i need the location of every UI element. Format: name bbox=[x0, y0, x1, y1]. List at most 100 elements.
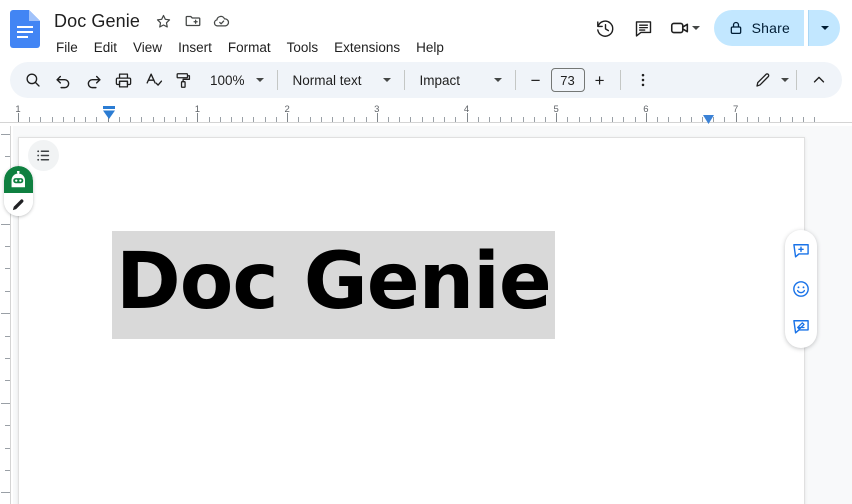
header-right-controls: Share bbox=[589, 10, 840, 46]
addon-sidebar-widget[interactable] bbox=[4, 166, 33, 216]
share-options-button[interactable] bbox=[808, 10, 840, 46]
star-icon[interactable] bbox=[154, 11, 174, 31]
menu-item-format[interactable]: Format bbox=[220, 37, 279, 58]
ruler-tick bbox=[589, 117, 591, 122]
selected-text-highlight[interactable]: Doc Genie bbox=[112, 231, 555, 340]
google-docs-window: Doc Genie File Edit View Insert Format T… bbox=[0, 0, 852, 504]
video-call-button[interactable] bbox=[665, 11, 704, 45]
menu-item-edit[interactable]: Edit bbox=[86, 37, 125, 58]
vertical-ruler-tick bbox=[5, 335, 10, 337]
ruler-tick bbox=[690, 117, 692, 122]
ruler-tick bbox=[231, 117, 233, 122]
title-icon-group bbox=[154, 11, 232, 31]
left-indent-marker[interactable] bbox=[103, 106, 115, 120]
chevron-down-icon bbox=[382, 78, 391, 82]
ruler-tick bbox=[152, 117, 154, 122]
comment-history-icon[interactable] bbox=[627, 11, 661, 45]
ruler-tick bbox=[309, 117, 311, 122]
ruler-tick bbox=[51, 117, 53, 122]
ruler-tick bbox=[601, 117, 603, 122]
ruler-tick bbox=[343, 117, 345, 122]
font-family-value: Impact bbox=[419, 72, 461, 88]
menu-item-extensions[interactable]: Extensions bbox=[326, 37, 408, 58]
increase-font-size-button[interactable]: + bbox=[587, 67, 613, 93]
ruler-tick bbox=[444, 117, 446, 122]
ruler-tick bbox=[399, 117, 401, 122]
ruler-tick bbox=[500, 117, 502, 122]
ruler-tick bbox=[578, 117, 580, 122]
ruler-tick bbox=[567, 117, 569, 122]
menu-item-tools[interactable]: Tools bbox=[279, 37, 327, 58]
ruler-tick bbox=[163, 117, 165, 122]
decrease-font-size-button[interactable]: − bbox=[523, 67, 549, 93]
paint-format-icon[interactable] bbox=[168, 65, 198, 95]
toolbar-divider bbox=[276, 70, 278, 90]
vertical-ruler-tick bbox=[5, 290, 10, 292]
google-docs-icon[interactable] bbox=[10, 10, 40, 48]
menu-item-view[interactable]: View bbox=[125, 37, 170, 58]
spellcheck-icon[interactable] bbox=[138, 65, 168, 95]
move-to-folder-icon[interactable] bbox=[183, 11, 203, 31]
ruler-tick bbox=[85, 117, 87, 122]
document-outline-icon[interactable] bbox=[28, 140, 59, 171]
ruler-tick bbox=[522, 117, 524, 122]
toolbar-divider bbox=[619, 70, 621, 90]
ruler-tick bbox=[410, 117, 412, 122]
suggest-edits-icon[interactable] bbox=[788, 314, 814, 340]
font-family-selector[interactable]: Impact bbox=[412, 66, 508, 94]
ruler-tick bbox=[253, 117, 255, 122]
document-body[interactable]: Doc Genie bbox=[112, 231, 555, 340]
editing-mode-icon[interactable] bbox=[748, 65, 778, 95]
ruler-number: 4 bbox=[463, 104, 470, 115]
ruler-tick bbox=[264, 117, 266, 122]
undo-icon[interactable] bbox=[48, 65, 78, 95]
vertical-ruler-tick bbox=[5, 470, 10, 471]
add-comment-icon[interactable] bbox=[788, 238, 814, 264]
chevron-up-icon[interactable] bbox=[804, 65, 834, 95]
ruler-number: 1 bbox=[194, 104, 201, 115]
share-button[interactable]: Share bbox=[713, 10, 804, 46]
redo-icon[interactable] bbox=[78, 65, 108, 95]
ruler-tick bbox=[40, 117, 42, 122]
document-heading-text[interactable]: Doc Genie bbox=[116, 237, 552, 327]
ruler-tick bbox=[455, 117, 457, 122]
vertical-ruler-tick bbox=[1, 223, 10, 225]
ruler-tick bbox=[62, 117, 64, 122]
cloud-saved-icon[interactable] bbox=[212, 11, 232, 31]
ruler-tick bbox=[354, 117, 356, 122]
ruler-number: 1 bbox=[15, 104, 21, 115]
ruler-tick bbox=[29, 117, 31, 122]
ruler-tick bbox=[365, 117, 367, 122]
zoom-selector[interactable]: 100% bbox=[202, 66, 270, 94]
addon-pen-icon[interactable] bbox=[4, 193, 33, 216]
title-row: Doc Genie bbox=[52, 8, 452, 34]
ruler-baseline bbox=[0, 122, 852, 123]
paragraph-style-selector[interactable]: Normal text bbox=[285, 66, 397, 94]
add-emoji-reaction-icon[interactable] bbox=[788, 276, 814, 302]
ruler-tick bbox=[544, 117, 546, 122]
search-icon[interactable] bbox=[18, 65, 48, 95]
menu-item-file[interactable]: File bbox=[48, 37, 86, 58]
menu-item-insert[interactable]: Insert bbox=[170, 37, 220, 58]
right-indent-marker[interactable] bbox=[703, 111, 714, 124]
more-options-icon[interactable] bbox=[628, 65, 658, 95]
ruler-tick bbox=[814, 117, 816, 122]
editing-mode-button[interactable] bbox=[748, 65, 789, 95]
ruler-tick bbox=[511, 117, 513, 122]
ruler-tick bbox=[612, 117, 614, 122]
document-title[interactable]: Doc Genie bbox=[52, 10, 142, 33]
paragraph-style-value: Normal text bbox=[292, 72, 362, 88]
addon-robot-icon[interactable] bbox=[4, 166, 33, 193]
horizontal-ruler[interactable]: 1 1 2 3 4 5 6 7 bbox=[0, 104, 852, 126]
document-page[interactable]: Doc Genie bbox=[18, 137, 805, 504]
ruler-tick bbox=[242, 117, 244, 122]
ruler-number: 2 bbox=[284, 104, 290, 115]
ruler-tick bbox=[780, 117, 782, 122]
ruler-tick bbox=[208, 117, 210, 122]
zoom-value: 100% bbox=[210, 72, 245, 88]
print-icon[interactable] bbox=[108, 65, 138, 95]
font-size-input[interactable]: 73 bbox=[550, 68, 585, 92]
version-history-icon[interactable] bbox=[589, 11, 623, 45]
menu-item-help[interactable]: Help bbox=[408, 37, 452, 58]
ruler-tick bbox=[298, 117, 300, 122]
